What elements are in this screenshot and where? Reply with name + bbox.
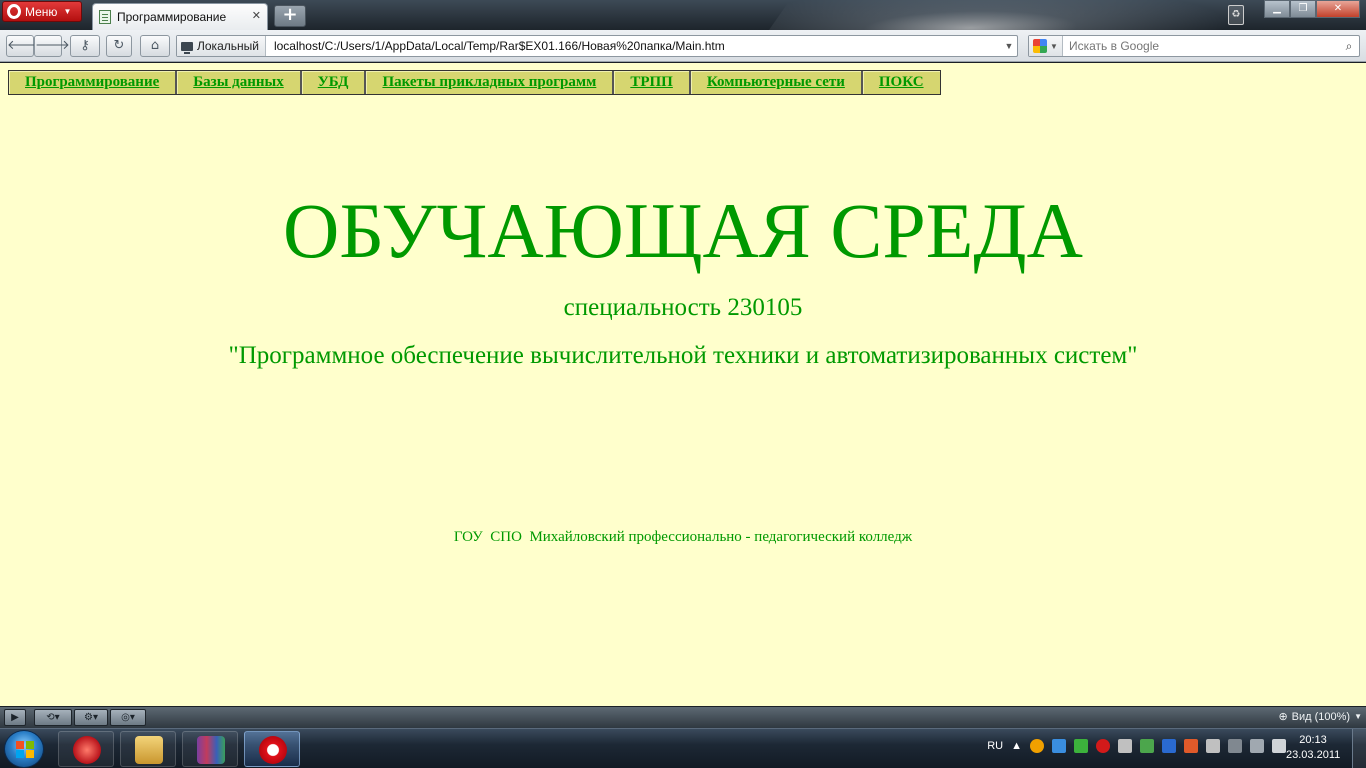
show-desktop-button[interactable] — [1352, 729, 1366, 768]
nav-link-application-packages[interactable]: Пакеты прикладных программ — [366, 71, 615, 94]
flag-icon[interactable] — [1118, 739, 1132, 753]
taskbar-clock[interactable]: 20:13 23.03.2011 — [1286, 733, 1340, 763]
network-icon[interactable] — [1052, 739, 1066, 753]
opera-menu-button[interactable]: Меню ▼ — [2, 1, 82, 22]
tab-title: Программирование — [117, 10, 227, 24]
forward-button[interactable]: 🡒 — [34, 35, 70, 57]
zoom-icon: ⊕ — [1278, 711, 1288, 723]
search-input[interactable] — [1063, 39, 1339, 53]
language-indicator[interactable]: RU — [987, 740, 1003, 752]
google-icon — [1033, 39, 1048, 53]
nav-link-ubd[interactable]: УБД — [301, 71, 367, 94]
trash-icon[interactable]: ♻ — [1228, 5, 1244, 25]
volume-icon[interactable] — [1272, 739, 1286, 753]
chevron-down-icon[interactable]: ▼ — [1001, 41, 1017, 51]
search-icon[interactable]: ⌕ — [1339, 39, 1359, 54]
info-icon[interactable] — [1030, 739, 1044, 753]
taskbar-winrar[interactable] — [182, 731, 238, 767]
reload-icon[interactable]: ↻ — [106, 35, 132, 57]
close-window-button[interactable]: ✕ — [1316, 0, 1360, 18]
security-icon[interactable] — [1140, 739, 1154, 753]
monitor-icon — [181, 41, 193, 54]
chevron-down-icon: ▼ — [63, 7, 72, 16]
monitor-icon[interactable] — [1206, 739, 1220, 753]
turbo-icon[interactable]: ◎▾ — [110, 709, 146, 726]
page-title: ОБУЧАЮЩАЯ СРЕДА — [283, 187, 1083, 274]
sync-icon[interactable]: ⟲▾ — [34, 709, 72, 726]
nav-link-databases[interactable]: Базы данных — [177, 71, 302, 94]
nav-link-programming[interactable]: Программирование — [9, 71, 178, 94]
browser-status-bar: ▶ ⟲▾ ⚙▾ ◎▾ ⊕ Вид (100%) ▼ — [0, 706, 1366, 728]
key-icon[interactable]: ⚷ — [70, 35, 100, 57]
action-center-icon[interactable] — [1184, 739, 1198, 753]
browser-tab-strip: Меню ▼ Программирование ✕ + ♻ ▁ ❐ ✕ — [0, 0, 1366, 30]
search-box[interactable]: ▼ ⌕ — [1028, 35, 1360, 57]
taskbar-explorer[interactable] — [120, 731, 176, 767]
clock-date: 23.03.2011 — [1286, 749, 1341, 761]
address-url[interactable]: localhost/C:/Users/1/AppData/Local/Temp/… — [266, 39, 1001, 53]
power-icon[interactable] — [1228, 739, 1242, 753]
nav-link-poks[interactable]: ПОКС — [862, 71, 940, 94]
taskbar-app-1[interactable] — [58, 731, 114, 767]
opera-logo-icon — [7, 4, 21, 19]
specialty-name: "Программное обеспечение вычислительной … — [228, 342, 1138, 369]
chevron-down-icon: ▼ — [1354, 712, 1362, 721]
local-badge-label: Локальный — [197, 39, 259, 53]
windows-taskbar: RU ▲ 20:13 23.03.2011 — [0, 728, 1366, 768]
maximize-button[interactable]: ❐ — [1290, 0, 1316, 18]
windows-logo-icon — [16, 741, 34, 758]
search-engine-selector[interactable]: ▼ — [1029, 36, 1063, 56]
address-field[interactable]: Локальный localhost/C:/Users/1/AppData/L… — [176, 35, 1018, 57]
chevron-up-icon[interactable]: ▲ — [1011, 740, 1022, 752]
app-red-icon — [73, 736, 101, 764]
bluetooth-icon[interactable] — [1162, 739, 1176, 753]
local-badge[interactable]: Локальный — [177, 36, 266, 56]
home-icon[interactable]: ⌂ — [140, 35, 170, 57]
chevron-down-icon: ▼ — [1050, 41, 1058, 51]
minimize-button[interactable]: ▁ — [1264, 0, 1290, 18]
unite-icon[interactable]: ⚙▾ — [74, 709, 108, 726]
zoom-label: Вид (100%) — [1291, 710, 1351, 723]
opera-tray-icon[interactable] — [1096, 739, 1110, 753]
page-viewport: Программирование Базы данных УБД Пакеты … — [0, 63, 1366, 706]
winrar-icon — [197, 736, 225, 764]
android-icon[interactable] — [1074, 739, 1088, 753]
page-icon — [99, 10, 111, 24]
system-tray: RU ▲ — [987, 739, 1286, 753]
back-button[interactable]: 🡐 — [6, 35, 42, 57]
taskbar-opera[interactable] — [244, 731, 300, 767]
tab-programming[interactable]: Программирование ✕ — [92, 3, 268, 30]
close-tab-icon[interactable]: ✕ — [252, 9, 261, 22]
nav-link-computer-networks[interactable]: Компьютерные сети — [690, 71, 863, 94]
panel-toggle-button[interactable]: ▶ — [4, 709, 26, 726]
main-navigation: Программирование Базы данных УБД Пакеты … — [8, 70, 941, 95]
background-decoration — [747, 0, 1305, 30]
opera-icon — [259, 736, 287, 764]
start-button[interactable] — [4, 730, 44, 768]
college-name: ГОУ СПО Михайловский профессионально - п… — [453, 529, 913, 545]
nav-link-trpp[interactable]: ТРПП — [614, 71, 691, 94]
clock-time: 20:13 — [1299, 734, 1327, 746]
window-controls: ▁ ❐ ✕ — [1264, 0, 1360, 18]
new-tab-button[interactable]: + — [274, 5, 306, 27]
folder-icon — [135, 736, 163, 764]
network-status-icon[interactable] — [1250, 739, 1264, 753]
menu-label: Меню — [25, 4, 58, 19]
zoom-control[interactable]: ⊕ Вид (100%) ▼ — [1278, 710, 1362, 724]
specialty-subtitle: специальность 230105 — [563, 294, 803, 321]
browser-toolbar: 🡐 🡒 ⚷ ↻ ⌂ Локальный localhost/C:/Users/1… — [0, 30, 1366, 62]
